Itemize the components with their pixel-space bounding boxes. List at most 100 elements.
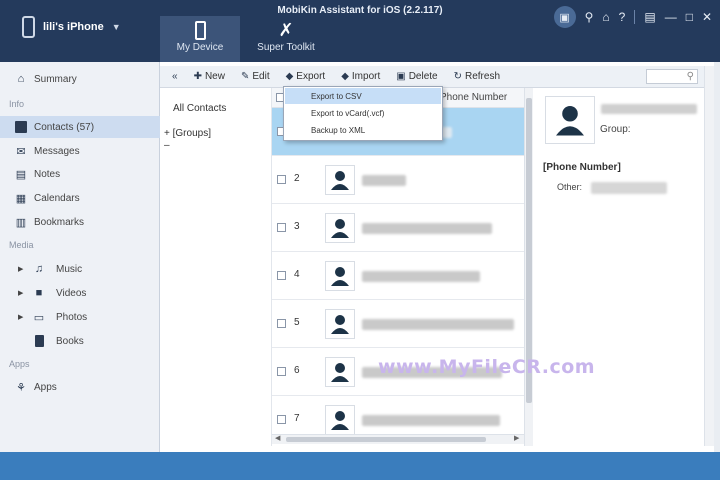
tab-my-device-label: My Device [176, 42, 224, 53]
minimize-icon[interactable]: — [665, 10, 677, 24]
sidebar-item-messages[interactable]: ✉ Messages [0, 140, 160, 162]
list-vertical-scrollbar[interactable] [524, 88, 533, 446]
list-horizontal-scrollbar[interactable]: ◀ ▶ [272, 434, 524, 444]
sidebar-item-music[interactable]: ▶ ♫ Music [0, 258, 160, 280]
search-icon[interactable]: ⚲ [585, 10, 594, 24]
export-button[interactable]: ◆ Export [278, 66, 334, 88]
delete-button[interactable]: ▣ Delete [388, 66, 445, 88]
messages-icon: ✉ [16, 145, 26, 158]
sidebar-item-summary[interactable]: ⌂ Summary [0, 68, 160, 90]
sidebar-item-photos[interactable]: ▶ ▭ Photos [0, 306, 160, 328]
phone-number-header: [Phone Number] [543, 162, 621, 173]
row-number: 2 [294, 173, 300, 184]
sidebar-item-apps[interactable]: ⚘ Apps [0, 376, 160, 398]
contact-avatar [545, 96, 595, 144]
import-button[interactable]: ◆ Import [333, 66, 388, 88]
table-row[interactable]: 5 [272, 300, 524, 348]
pencil-icon: ✎ [240, 71, 250, 82]
menu-item-backup-xml[interactable]: Backup to XML [285, 122, 441, 138]
new-button[interactable]: ✚ New [186, 66, 233, 88]
sidebar-item-books[interactable]: Books [0, 330, 160, 352]
sidebar-item-label: Calendars [34, 192, 80, 204]
bottom-bar [0, 452, 720, 480]
sidebar-item-label: Apps [34, 381, 57, 393]
search-input[interactable]: ⚲ [646, 69, 698, 84]
row-number: 6 [294, 365, 300, 376]
divider [634, 10, 636, 24]
detail-scrollbar[interactable] [704, 66, 714, 446]
refresh-label: Refresh [465, 71, 501, 82]
row-checkbox[interactable] [277, 223, 286, 232]
scroll-left-icon[interactable]: ◀ [275, 434, 280, 442]
home-icon[interactable]: ⌂ [602, 10, 609, 24]
home-icon: ⌂ [17, 73, 25, 85]
row-checkbox[interactable] [277, 271, 286, 280]
menu-item-export-csv[interactable]: Export to CSV [285, 88, 441, 104]
sidebar-item-calendars[interactable]: ▦ Calendars [0, 187, 160, 209]
row-number: 7 [294, 413, 300, 424]
section-apps: Apps [9, 359, 30, 369]
sidebar-item-bookmarks[interactable]: ▥ Bookmarks [0, 211, 160, 233]
section-info: Info [9, 99, 25, 109]
column-phone-number[interactable]: Phone Number [440, 92, 507, 103]
table-row[interactable]: 2 [272, 156, 524, 204]
tab-my-device[interactable]: My Device [160, 16, 240, 62]
collapse-button[interactable]: « [164, 66, 186, 88]
photos-icon: ▭ [33, 311, 45, 324]
row-number: 3 [294, 221, 300, 232]
expand-icon[interactable]: ▶ [18, 265, 23, 273]
collapse-icon[interactable]: – [164, 140, 170, 151]
contact-name [362, 271, 480, 282]
sidebar-item-label: Books [56, 335, 84, 347]
close-icon[interactable]: ✕ [702, 10, 712, 24]
plus-icon: ✚ [193, 71, 202, 82]
contact-name [362, 415, 500, 426]
sidebar-item-videos[interactable]: ▶ ■ Videos [0, 282, 160, 304]
sidebar-item-label: Videos [56, 287, 87, 299]
group-all-contacts[interactable]: All Contacts [173, 103, 226, 114]
cart-icon[interactable]: ▣ [553, 6, 576, 28]
music-icon: ♫ [34, 263, 44, 275]
device-selector[interactable]: lili's iPhone ▼ [22, 16, 121, 38]
row-checkbox[interactable] [277, 175, 286, 184]
contact-avatar [325, 309, 355, 339]
edit-button[interactable]: ✎ Edit [233, 66, 278, 88]
import-label: Import [351, 71, 381, 82]
contact-list: Phone Number 1 2 3 4 5 [272, 88, 524, 446]
sidebar-item-notes[interactable]: ▤ Notes [0, 163, 160, 185]
delete-label: Delete [408, 71, 438, 82]
register-icon[interactable]: ▤ [644, 10, 655, 24]
scroll-right-icon[interactable]: ▶ [514, 434, 519, 442]
books-icon [32, 334, 46, 348]
maximize-icon[interactable]: □ [686, 10, 693, 24]
device-icon [194, 20, 206, 40]
expand-icon[interactable]: ▶ [18, 289, 23, 297]
sidebar-item-label: Photos [56, 311, 88, 323]
help-icon[interactable]: ? [619, 10, 626, 24]
tab-super-toolkit-label: Super Toolkit [257, 42, 315, 53]
table-row[interactable]: 4 [272, 252, 524, 300]
new-label: New [204, 71, 225, 82]
group-default[interactable]: + [Groups] [164, 128, 211, 139]
other-phone-value [591, 182, 667, 194]
refresh-button[interactable]: ↻ Refresh [446, 66, 508, 88]
row-checkbox[interactable] [277, 367, 286, 376]
contact-name [362, 223, 492, 234]
expand-icon[interactable]: ▶ [18, 313, 23, 321]
sidebar-item-contacts[interactable]: Contacts (57) [0, 116, 160, 138]
table-row[interactable]: 3 [272, 204, 524, 252]
window-title: MobiKin Assistant for iOS (2.2.117) [277, 5, 443, 16]
groups-pane: All Contacts + [Groups] – [160, 88, 272, 446]
row-number: 5 [294, 317, 300, 328]
tab-super-toolkit[interactable]: ✗ Super Toolkit [246, 16, 326, 62]
apps-icon: ⚘ [16, 381, 26, 394]
search-icon: ⚲ [686, 71, 694, 82]
row-checkbox[interactable] [277, 415, 286, 424]
expand-icon[interactable]: + [164, 128, 170, 139]
menu-item-export-vcard[interactable]: Export to vCard(.vcf) [285, 105, 441, 121]
contacts-icon [14, 120, 28, 134]
caret-down-icon: ▼ [111, 22, 121, 32]
scroll-thumb[interactable] [286, 437, 486, 442]
row-checkbox[interactable] [277, 319, 286, 328]
notes-icon: ▤ [15, 168, 27, 181]
